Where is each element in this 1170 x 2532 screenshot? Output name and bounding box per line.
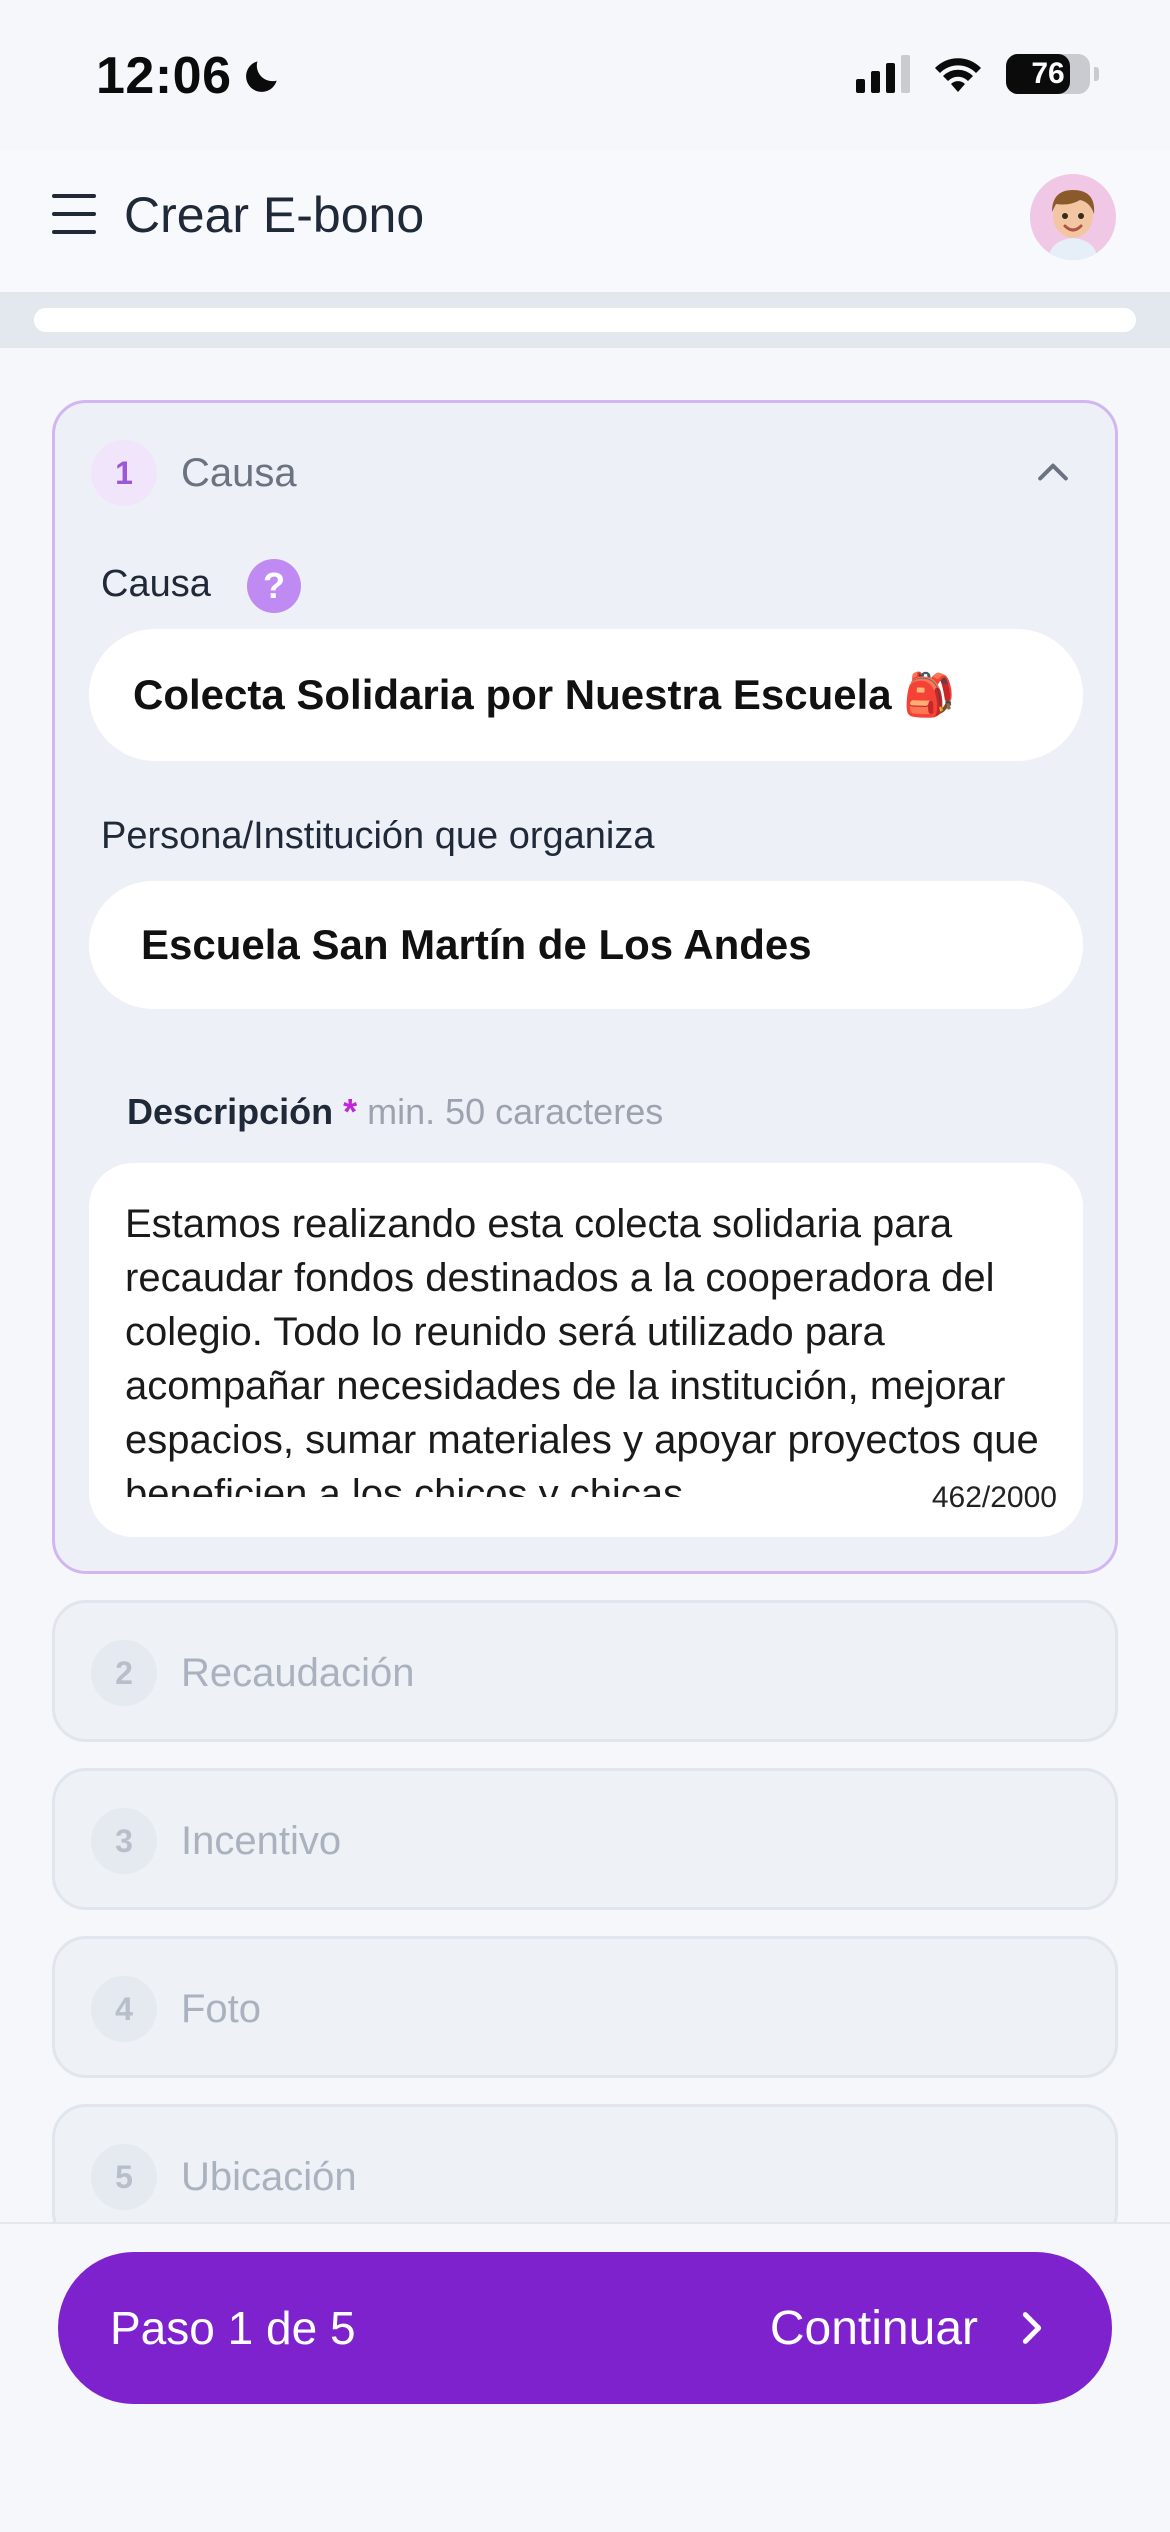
description-label: Descripción * min. 50 caracteres: [127, 1091, 664, 1132]
description-textarea[interactable]: Estamos realizando esta colecta solidari…: [89, 1163, 1083, 1537]
step-number: 1: [91, 440, 157, 506]
step-number: 3: [91, 1808, 157, 1874]
step-title: Foto: [181, 1986, 262, 2031]
step-number: 5: [91, 2144, 157, 2210]
help-icon[interactable]: ?: [247, 559, 301, 613]
required-asterisk: *: [343, 1091, 358, 1132]
character-counter: 462/2000: [931, 1471, 1057, 1525]
continue-button[interactable]: Paso 1 de 5 Continuar: [58, 2252, 1112, 2404]
continue-label: Continuar: [769, 2301, 978, 2355]
avatar[interactable]: [1030, 174, 1116, 260]
cause-label: Causa: [101, 563, 211, 605]
step-number: 4: [91, 1976, 157, 2042]
status-bar: 12:06 76: [0, 0, 1170, 150]
progress-bar: [34, 308, 1136, 332]
step-title: Causa: [181, 450, 297, 495]
step-indicator: Paso 1 de 5: [110, 2302, 356, 2354]
footer: Paso 1 de 5 Continuar: [0, 2222, 1170, 2532]
step-title: Ubicación: [181, 2154, 357, 2199]
organizer-label: Persona/Institución que organiza: [101, 815, 655, 857]
step-card-incentivo[interactable]: 3 Incentivo: [52, 1768, 1118, 1910]
cause-input[interactable]: Colecta Solidaria por Nuestra Escuela 🎒: [89, 629, 1083, 761]
step-title: Incentivo: [181, 1818, 342, 1863]
page-title: Crear E-bono: [124, 187, 425, 243]
app-header: Crear E-bono: [0, 150, 1170, 292]
progress-track: [0, 292, 1170, 348]
cellular-signal-icon: [856, 55, 910, 93]
user-avatar-icon: [1030, 174, 1116, 260]
moon-icon: [245, 61, 277, 92]
step-card-recaudacion[interactable]: 2 Recaudación: [52, 1600, 1118, 1742]
step-title: Recaudación: [181, 1650, 415, 1695]
battery-icon: 76: [1006, 54, 1099, 94]
wifi-icon: [935, 58, 981, 92]
organizer-input[interactable]: Escuela San Martín de Los Andes: [89, 881, 1083, 1009]
chevron-right-icon: [1022, 2312, 1042, 2344]
progress-fill: [34, 308, 255, 332]
step-number: 2: [91, 1640, 157, 1706]
clock: 12:06: [96, 46, 284, 106]
step-card-foto[interactable]: 4 Foto: [52, 1936, 1118, 2078]
step-card-causa: 1 Causa Causa ? Colecta Solidaria por Nu…: [52, 400, 1118, 1574]
description-hint: min. 50 caracteres: [367, 1091, 664, 1132]
step-header[interactable]: 1 Causa: [91, 439, 297, 507]
chevron-up-icon[interactable]: [1031, 451, 1075, 495]
hamburger-menu-icon[interactable]: [52, 194, 96, 234]
